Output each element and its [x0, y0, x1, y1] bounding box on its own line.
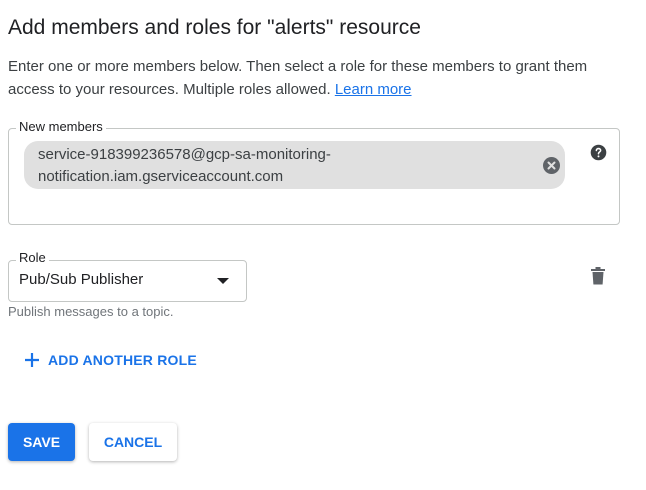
new-members-label: New members [16, 119, 106, 134]
member-chip-line-1: service-918399236578@gcp-sa-monitoring- [38, 146, 331, 163]
role-selected-value[interactable]: Pub/Sub Publisher [19, 271, 143, 288]
help-icon[interactable] [590, 144, 607, 161]
member-chip-line-2: notification.iam.gserviceaccount.com [38, 168, 284, 185]
save-button[interactable]: SAVE [8, 423, 75, 461]
page-title: Add members and roles for "alerts" resou… [8, 16, 421, 39]
add-members-dialog: Add members and roles for "alerts" resou… [0, 0, 646, 490]
trash-icon[interactable] [589, 266, 607, 286]
role-description: Publish messages to a topic. [8, 304, 174, 319]
dropdown-arrow-icon[interactable] [216, 277, 230, 285]
add-another-role-label: ADD ANOTHER ROLE [48, 352, 197, 368]
cancel-button[interactable]: CANCEL [89, 423, 177, 461]
role-label: Role [16, 250, 49, 265]
close-circle-icon[interactable] [543, 157, 560, 174]
description-text: Enter one or more members below. Then se… [8, 58, 588, 98]
learn-more-link[interactable]: Learn more [335, 81, 412, 98]
description: Enter one or more members below. Then se… [8, 55, 628, 101]
plus-icon [25, 353, 39, 367]
add-another-role-button[interactable]: ADD ANOTHER ROLE [24, 349, 197, 371]
member-chip[interactable]: service-918399236578@gcp-sa-monitoring- … [24, 141, 565, 189]
